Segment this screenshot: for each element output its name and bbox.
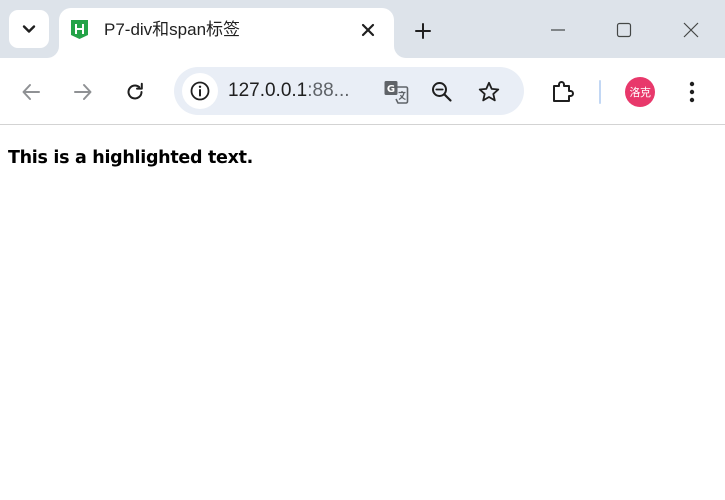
url-rest: :88... xyxy=(307,80,350,101)
address-bar[interactable]: 127.0.0.1:88... G xyxy=(174,67,524,115)
page-viewport: This is a highlighted text. xyxy=(0,126,725,500)
browser-toolbar: 127.0.0.1:88... G 洛克 xyxy=(0,58,725,125)
back-button[interactable] xyxy=(18,79,44,105)
minimize-icon xyxy=(551,29,565,31)
close-icon xyxy=(683,22,699,38)
reload-button[interactable] xyxy=(122,79,148,105)
url-host: 127.0.0.1 xyxy=(228,80,308,101)
tab-strip: P7-div和span标签 xyxy=(0,0,725,58)
minimize-button[interactable] xyxy=(546,18,570,42)
toolbar-divider xyxy=(599,80,601,104)
star-icon xyxy=(478,81,500,102)
plus-icon xyxy=(415,23,431,39)
profile-avatar[interactable]: 洛克 xyxy=(625,77,655,107)
site-info-button[interactable] xyxy=(182,73,218,109)
info-icon xyxy=(190,81,210,101)
extensions-button[interactable] xyxy=(549,78,577,106)
maximize-icon xyxy=(616,22,632,38)
url-text[interactable]: 127.0.0.1:88... xyxy=(228,79,350,103)
zoom-button[interactable] xyxy=(429,79,455,105)
zoom-out-icon xyxy=(432,82,452,102)
highlighted-text: This is a highlighted text. xyxy=(8,148,254,168)
new-tab-button[interactable] xyxy=(410,18,436,44)
tab-active[interactable]: P7-div和span标签 xyxy=(59,8,394,58)
svg-text:G: G xyxy=(387,84,395,95)
reload-icon xyxy=(127,82,143,100)
maximize-button[interactable] xyxy=(612,18,636,42)
tab-title: P7-div和span标签 xyxy=(104,20,241,39)
kebab-menu-icon xyxy=(689,81,695,103)
browser-window: P7-div和span标签 127.0.0.1:88... G 洛克 This … xyxy=(0,0,725,500)
back-arrow-icon xyxy=(22,84,40,100)
hbuilder-h-icon xyxy=(71,20,88,39)
close-icon xyxy=(361,23,375,37)
close-tab-button[interactable] xyxy=(357,19,379,41)
forward-button[interactable] xyxy=(70,79,96,105)
forward-arrow-icon xyxy=(74,84,92,100)
close-window-button[interactable] xyxy=(679,18,703,42)
menu-button[interactable] xyxy=(680,79,704,105)
chevron-down-icon xyxy=(21,21,37,37)
tab-search-button[interactable] xyxy=(9,10,49,48)
translate-button[interactable]: G xyxy=(383,79,409,105)
puzzle-icon xyxy=(553,81,574,102)
bookmark-button[interactable] xyxy=(476,79,502,105)
translate-icon: G xyxy=(384,81,409,104)
